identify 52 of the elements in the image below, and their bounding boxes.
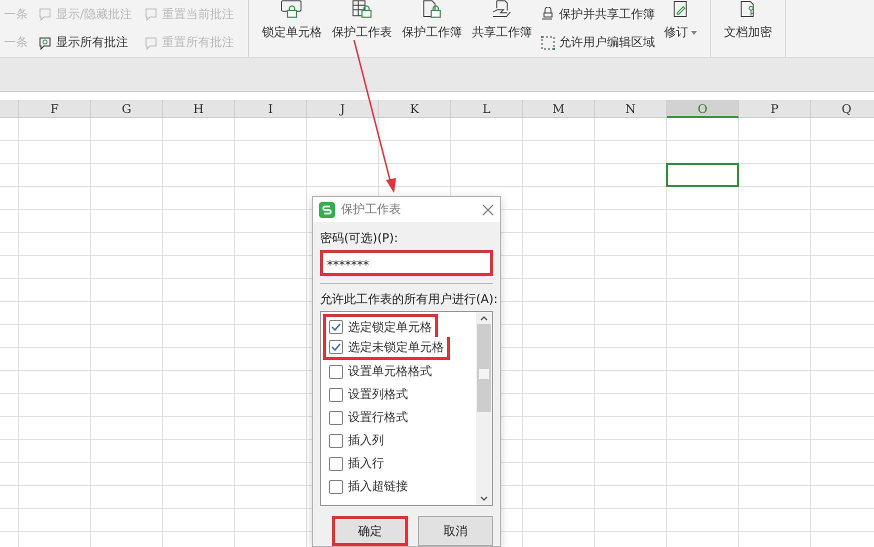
column-header[interactable]: G [91,100,163,118]
permission-option[interactable]: 设置行格式 [323,406,414,429]
column-header[interactable]: F [19,100,91,118]
checkbox[interactable] [329,434,343,448]
checkbox[interactable] [329,480,343,494]
column-header[interactable]: P [739,100,811,118]
revise-button[interactable]: 修订 [659,0,702,57]
comment-icon [144,36,158,50]
lock-hand-icon [541,7,556,22]
comment-icon [144,7,158,22]
caret-icon [691,30,698,34]
column-header[interactable]: L [451,100,523,118]
ok-button[interactable]: 确定 [332,516,408,546]
comment-icon [38,36,52,50]
checkbox[interactable] [329,364,343,378]
permission-option[interactable]: 插入超链接 [323,475,414,498]
checkbox[interactable] [329,320,343,334]
selected-cell[interactable] [666,163,739,187]
column-header[interactable]: N [595,100,667,118]
dialog-title: 保护工作表 [341,201,402,218]
column-header[interactable]: K [379,100,451,118]
permission-option[interactable]: 设置列格式 [323,383,414,406]
password-label: 密码(可选)(P): [320,230,400,247]
app-logo-icon [319,202,335,218]
permission-option[interactable]: 设置单元格格式 [323,360,438,383]
encrypt-button[interactable]: 文档加密 [719,0,778,57]
column-header[interactable]: Q [811,100,874,118]
column-header[interactable]: H [163,100,235,118]
scrollbar-thumb[interactable] [477,324,491,412]
close-icon[interactable] [482,204,494,216]
checkbox[interactable] [329,410,343,424]
ribbon-button[interactable]: 显示所有批注 [38,32,132,53]
column-header[interactable]: J [307,100,379,118]
checkbox[interactable] [329,456,343,470]
column-header[interactable]: M [523,100,595,118]
cancel-button[interactable]: 取消 [418,516,493,546]
checkbox[interactable] [329,388,343,402]
column-header[interactable]: I [235,100,307,118]
ribbon-button[interactable]: 允许用户编辑区域 [541,32,656,53]
ribbon-button[interactable]: 锁定单元格 [257,0,328,57]
permission-option[interactable]: 插入列 [323,429,390,452]
password-field[interactable]: ******* [320,250,493,276]
ribbon-button[interactable]: 共享工作簿 [467,0,538,57]
ribbon-button[interactable]: 保护工作表 [327,0,398,57]
permission-option[interactable]: 选定未锁定单元格 [323,337,450,360]
permission-option[interactable]: 选定锁定单元格 [323,314,438,337]
ribbon-button[interactable]: 保护并共享工作簿 [541,4,656,24]
ribbon-button[interactable]: 保护工作簿 [397,0,468,57]
edit-area-icon [541,36,556,50]
permission-option[interactable]: 插入行 [323,452,390,475]
checkbox[interactable] [329,340,343,354]
comment-icon [38,7,52,22]
